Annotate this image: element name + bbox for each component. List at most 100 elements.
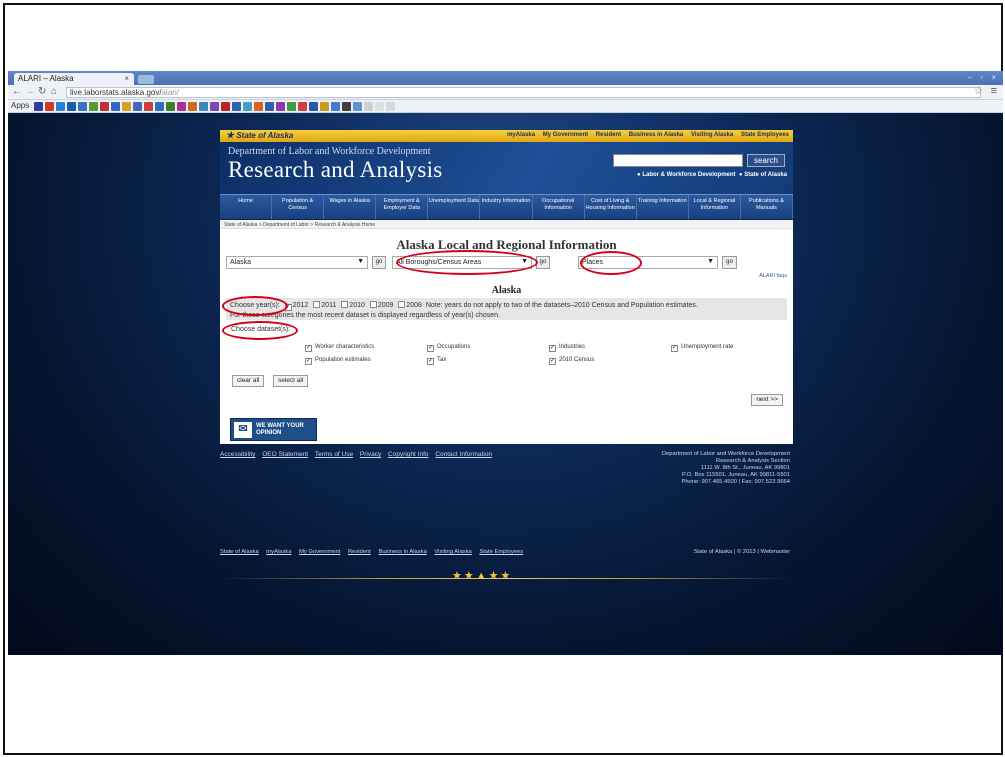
top-link[interactable]: myAlaska: [507, 132, 535, 138]
dataset-checkbox[interactable]: ✓: [427, 345, 434, 352]
url-input[interactable]: live.laborstats.alaska.gov/alari/: [66, 87, 981, 98]
bookmark-favicon-icon[interactable]: [331, 102, 340, 111]
bookmark-favicon-icon[interactable]: [155, 102, 164, 111]
year-checkbox[interactable]: ✓: [284, 304, 292, 311]
breadcrumb[interactable]: State of Alaska > Department of Labor > …: [220, 220, 793, 229]
bookmark-favicon-icon[interactable]: [144, 102, 153, 111]
bookmark-star-icon[interactable]: ☆: [974, 86, 983, 97]
bottom-link[interactable]: myAlaska: [266, 549, 291, 555]
home-icon[interactable]: ⌂: [51, 86, 57, 97]
bookmark-favicon-icon[interactable]: [56, 102, 65, 111]
nav-item-home[interactable]: Home: [220, 195, 273, 219]
places-select[interactable]: Places ▼: [578, 256, 718, 269]
site-title[interactable]: Research and Analysis: [228, 157, 443, 183]
bottom-link[interactable]: My Government: [299, 549, 340, 555]
go-button[interactable]: go: [372, 256, 386, 269]
go-button[interactable]: go: [722, 256, 737, 269]
dataset-option[interactable]: ✓ Industries: [549, 344, 585, 352]
dataset-option[interactable]: ✓ Occupations: [427, 344, 470, 352]
forward-icon[interactable]: →: [25, 86, 35, 97]
apps-button[interactable]: Apps: [11, 101, 29, 110]
clear-all-button[interactable]: clear all: [232, 375, 265, 387]
bottom-link[interactable]: Visiting Alaska: [434, 549, 471, 555]
year-checkbox[interactable]: [369, 301, 377, 308]
bookmark-favicon-icon[interactable]: [67, 102, 76, 111]
bottom-link[interactable]: Resident: [348, 549, 371, 555]
dataset-checkbox[interactable]: ✓: [305, 345, 312, 352]
bookmark-favicon-icon[interactable]: [232, 102, 241, 111]
radio-label[interactable]: Labor & Workforce Development: [642, 172, 735, 178]
top-link[interactable]: Visiting Alaska: [691, 132, 733, 138]
nav-item-unemployment[interactable]: Unemployment Data: [428, 195, 481, 219]
footer-link[interactable]: Terms of Use: [315, 451, 353, 458]
year-checkbox[interactable]: [341, 301, 349, 308]
state-of-alaska-link[interactable]: ★ State of Alaska: [226, 130, 293, 141]
nav-item-publications[interactable]: Publications & Manuals: [741, 195, 794, 219]
bookmark-favicon-icon[interactable]: [100, 102, 109, 111]
go-button[interactable]: go: [536, 256, 550, 269]
search-button[interactable]: search: [747, 154, 785, 167]
bookmark-favicon-icon[interactable]: [199, 102, 208, 111]
bookmark-favicon-icon[interactable]: [89, 102, 98, 111]
nav-item-training[interactable]: Training Information: [637, 195, 689, 219]
bottom-link[interactable]: State Employees: [479, 549, 523, 555]
menu-icon[interactable]: ≡: [991, 85, 997, 97]
bookmark-favicon-icon[interactable]: [221, 102, 230, 111]
bookmark-favicon-icon[interactable]: [166, 102, 175, 111]
bookmark-favicon-icon[interactable]: [188, 102, 197, 111]
bookmark-favicon-icon[interactable]: [254, 102, 263, 111]
nav-item-occupational[interactable]: Occupational Information: [533, 195, 585, 219]
bookmark-favicon-icon[interactable]: [111, 102, 120, 111]
dataset-checkbox[interactable]: ✓: [549, 345, 556, 352]
alari-faqs-link[interactable]: ALARI faqs: [759, 273, 787, 279]
bookmark-favicon-icon[interactable]: [45, 102, 54, 111]
bookmark-favicon-icon[interactable]: [210, 102, 219, 111]
dataset-checkbox[interactable]: ✓: [671, 345, 678, 352]
bookmark-favicon-icon[interactable]: [386, 102, 395, 111]
nav-item-population[interactable]: Population & Census: [272, 195, 325, 219]
bookmark-favicon-icon[interactable]: [265, 102, 274, 111]
footer-link[interactable]: Accessibility: [220, 451, 255, 458]
footer-link[interactable]: OEO Statement: [262, 451, 308, 458]
bookmark-favicon-icon[interactable]: [78, 102, 87, 111]
close-icon[interactable]: ×: [124, 74, 129, 83]
footer-link[interactable]: Contact Information: [435, 451, 492, 458]
nav-item-local-regional[interactable]: Local & Regional Information: [689, 195, 741, 219]
bookmark-favicon-icon[interactable]: [342, 102, 351, 111]
top-link[interactable]: Resident: [596, 132, 621, 138]
radio-label[interactable]: State of Alaska: [744, 172, 787, 178]
dataset-option[interactable]: ✓ 2010 Census: [549, 357, 594, 365]
bookmark-favicon-icon[interactable]: [177, 102, 186, 111]
window-controls[interactable]: – ▫ ×: [968, 73, 999, 82]
bookmark-favicon-icon[interactable]: [34, 102, 43, 111]
radio-icon[interactable]: ●: [637, 172, 641, 178]
year-checkbox[interactable]: [398, 301, 406, 308]
browser-tab[interactable]: ALARI – Alaska ×: [14, 73, 134, 85]
nav-item-wages[interactable]: Wages in Alaska: [324, 195, 377, 219]
bookmark-favicon-icon[interactable]: [287, 102, 296, 111]
bookmark-favicon-icon[interactable]: [122, 102, 131, 111]
borough-select[interactable]: All Boroughs/Census Areas ▼: [392, 256, 532, 269]
top-link[interactable]: Business in Alaska: [629, 132, 683, 138]
top-link[interactable]: State Employees: [741, 132, 789, 138]
search-input[interactable]: [613, 154, 743, 167]
bookmark-favicon-icon[interactable]: [298, 102, 307, 111]
nav-item-cost-of-living[interactable]: Cost of Living & Housing Information: [585, 195, 637, 219]
year-checkbox[interactable]: [313, 301, 321, 308]
bookmark-favicon-icon[interactable]: [364, 102, 373, 111]
bottom-link[interactable]: State of Alaska: [220, 549, 259, 555]
dataset-checkbox[interactable]: ✓: [427, 358, 434, 365]
dataset-checkbox[interactable]: ✓: [549, 358, 556, 365]
nav-item-employment[interactable]: Employment & Employer Data: [376, 195, 429, 219]
dataset-option[interactable]: ✓ Unemployment rate: [671, 344, 733, 352]
back-icon[interactable]: ←: [12, 86, 22, 97]
nav-item-industry[interactable]: Industry Information: [480, 195, 533, 219]
dataset-option[interactable]: ✓ Population estimates: [305, 357, 371, 365]
new-tab-button[interactable]: [138, 75, 154, 84]
bookmark-favicon-icon[interactable]: [133, 102, 142, 111]
top-link[interactable]: My Government: [543, 132, 588, 138]
dataset-checkbox[interactable]: ✓: [305, 358, 312, 365]
bookmark-favicon-icon[interactable]: [276, 102, 285, 111]
we-want-your-opinion-button[interactable]: ✉ WE WANT YOUR OPINION: [230, 418, 317, 441]
bookmark-favicon-icon[interactable]: [320, 102, 329, 111]
